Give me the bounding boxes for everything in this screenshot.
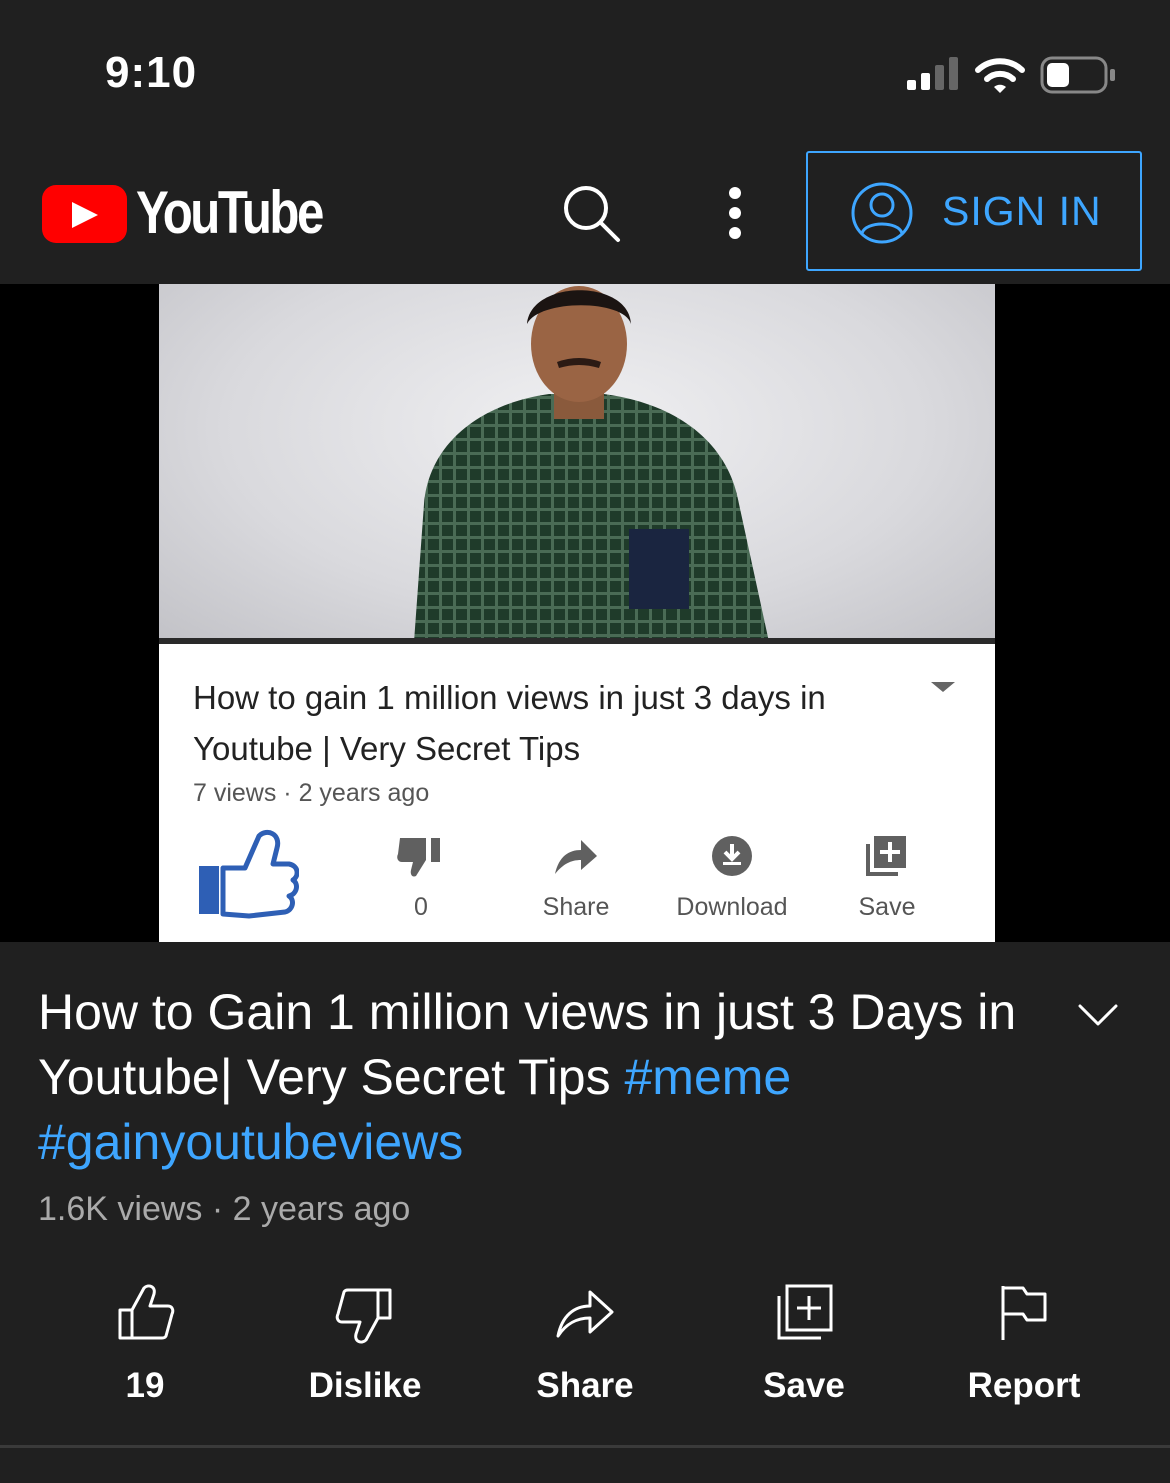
expand-description-button[interactable] [1072, 990, 1124, 1042]
hashtag-link[interactable]: #gainyoutubeviews [38, 1114, 463, 1170]
frame-video-title: How to gain 1 million views in just 3 da… [193, 679, 826, 767]
status-time: 9:10 [105, 48, 198, 97]
save-button[interactable]: Save [704, 1280, 904, 1406]
sign-in-label: SIGN IN [942, 188, 1102, 234]
frame-save-action: Save [822, 834, 952, 922]
frame-share-label: Share [542, 893, 610, 921]
playlist-add-icon [866, 836, 906, 876]
report-label: Report [967, 1366, 1081, 1405]
frame-share-action: Share [511, 834, 641, 922]
search-icon [564, 186, 620, 242]
more-options-button[interactable] [715, 180, 755, 250]
share-icon [556, 1290, 614, 1338]
dislike-icon [335, 1288, 392, 1344]
download-icon [712, 836, 752, 876]
thumbs-up-icon [199, 830, 300, 919]
frame-dislike-count: 0 [414, 893, 428, 921]
cellular-signal-icon [907, 57, 958, 90]
youtube-play-icon [42, 185, 127, 243]
search-button[interactable] [556, 180, 626, 250]
video-title-text: How to Gain 1 million views in just 3 Da… [38, 984, 1017, 1105]
dislike-label: Dislike [308, 1366, 422, 1405]
youtube-wordmark: YouTube [136, 179, 324, 246]
like-count: 19 [125, 1366, 165, 1405]
frame-download-label: Download [676, 893, 788, 921]
section-divider [0, 1445, 1170, 1448]
video-player[interactable]: How to gain 1 million views in just 3 da… [0, 284, 1170, 942]
dislike-button[interactable]: Dislike [265, 1280, 465, 1406]
battery-icon [1040, 56, 1115, 94]
share-label: Share [536, 1366, 634, 1405]
thumbs-down-icon [397, 838, 440, 877]
share-button[interactable]: Share [485, 1280, 685, 1406]
hashtag-link[interactable]: #meme [625, 1049, 792, 1105]
more-vert-icon [729, 187, 741, 239]
video-frame: How to gain 1 million views in just 3 da… [159, 284, 995, 942]
report-button[interactable]: Report [924, 1280, 1124, 1406]
frame-download-action: Download [667, 834, 797, 922]
report-flag-icon [1001, 1286, 1047, 1340]
share-icon [555, 840, 597, 874]
video-thumbnail-person [159, 284, 995, 642]
save-label: Save [763, 1366, 845, 1405]
account-circle-icon [851, 182, 913, 244]
sign-in-button[interactable]: SIGN IN [806, 151, 1142, 271]
frame-divider [159, 638, 995, 644]
frame-like-action [179, 824, 309, 929]
frame-save-label: Save [858, 893, 916, 921]
person-illustration [414, 286, 769, 642]
wifi-icon [975, 58, 1025, 93]
frame-expand-caret-icon [931, 682, 955, 692]
save-playlist-icon [777, 1284, 833, 1340]
chevron-down-icon [1078, 1004, 1118, 1026]
frame-dislike-action: 0 [356, 834, 486, 922]
youtube-logo[interactable]: YouTube [42, 179, 332, 250]
frame-video-meta: 7 views · 2 years ago [193, 779, 430, 807]
video-meta: 1.6K views · 2 years ago [38, 1190, 411, 1228]
video-title: How to Gain 1 million views in just 3 Da… [38, 980, 1038, 1175]
like-icon [118, 1284, 175, 1340]
like-button[interactable]: 19 [45, 1280, 245, 1406]
